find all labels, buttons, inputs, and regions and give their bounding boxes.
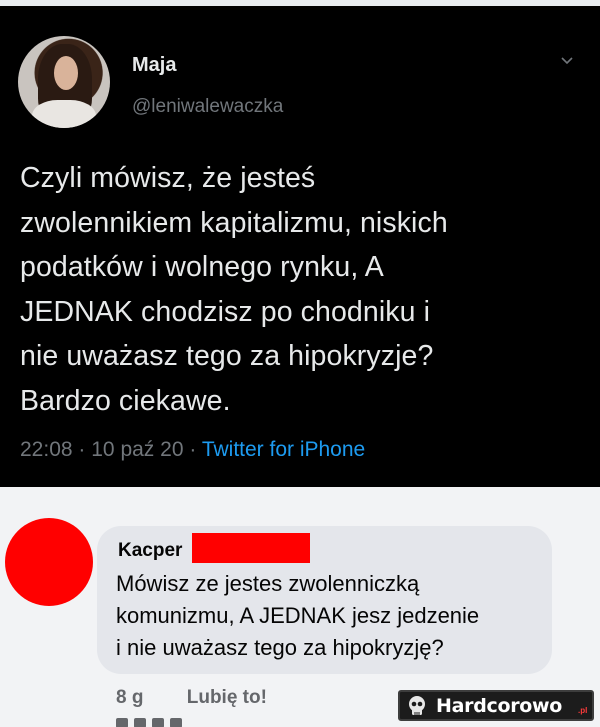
cropped-reply-link (116, 715, 236, 727)
tweet-text-line: JEDNAK chodzisz po chodniku i (20, 295, 431, 328)
cropped-glyph (116, 718, 128, 727)
skull-icon (409, 696, 425, 715)
tweet-text-line: zwolennikiem kapitalizmu, niskich (20, 206, 448, 239)
tweet-text-line: Czyli mówisz, że jesteś (20, 162, 316, 194)
comment-text-line: Mówisz ze jestes zwolenniczką (116, 571, 420, 596)
watermark-logo: Hardcorowo .pl (398, 690, 594, 721)
user-avatar[interactable] (18, 36, 110, 128)
cropped-glyph (170, 718, 182, 727)
chevron-down-icon[interactable] (560, 54, 574, 68)
watermark-brand: Hardcorowo (436, 695, 563, 717)
commenter-name[interactable]: Kacper (118, 540, 182, 562)
tweet-card: Maja @leniwalewaczka Czyli mówisz, że je… (0, 0, 600, 487)
watermark-tld: .pl (578, 706, 588, 715)
comment-text: Mówisz ze jestes zwolenniczką komunizmu,… (116, 568, 546, 664)
tweet-date[interactable]: 10 paź 20 (91, 438, 183, 461)
tweet-text-line: nie uważasz tego za hipokryzje? (20, 340, 434, 372)
comment-text-line: komunizmu, A JEDNAK jesz jedzenie (116, 603, 480, 628)
cropped-glyph (152, 718, 164, 727)
tweet-meta: 22:08 · 10 paź 20 · Twitter for iPhone (20, 438, 365, 462)
tweet-source[interactable]: Twitter for iPhone (202, 438, 365, 461)
tweet-text-line: podatków i wolnego rynku, A (20, 251, 384, 283)
meta-separator: · (78, 438, 86, 461)
display-name[interactable]: Maja (132, 54, 176, 77)
redaction-box (192, 533, 310, 563)
meta-separator: · (189, 438, 197, 461)
comment-age[interactable]: 8 g (116, 687, 143, 708)
comment-text-line: i nie uważasz tego za hipokryzję? (116, 635, 444, 660)
cropped-glyph (134, 718, 146, 727)
commenter-avatar[interactable] (5, 518, 93, 606)
tweet-text: Czyli mówisz, że jesteś zwolennikiem kap… (20, 156, 590, 423)
avatar-shirt (32, 100, 96, 128)
comment-actions: 8 g Lubię to! (116, 687, 267, 709)
tweet-time[interactable]: 22:08 (20, 438, 73, 461)
tweet-text-line: Bardzo ciekawe. (20, 384, 231, 417)
avatar-face (54, 56, 78, 90)
like-button[interactable]: Lubię to! (187, 687, 267, 708)
user-handle[interactable]: @leniwalewaczka (132, 96, 283, 118)
